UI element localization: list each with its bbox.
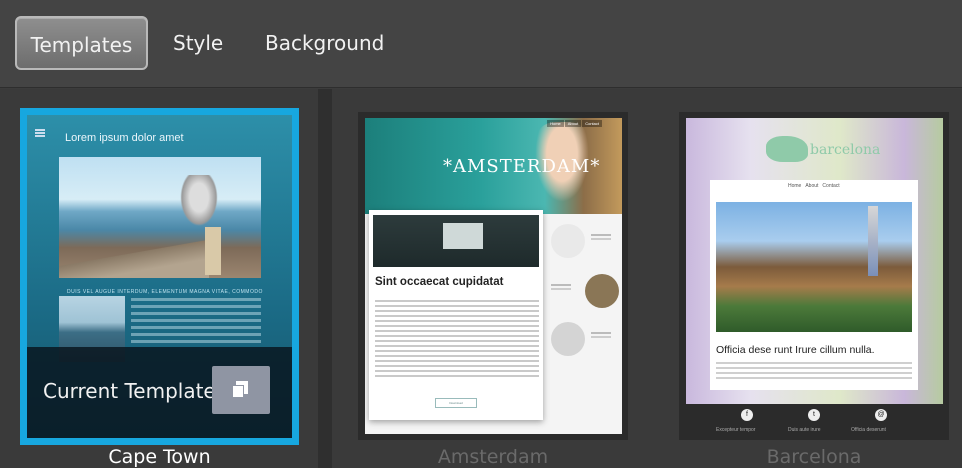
preview-hero-image: Home About Contact *AMSTERDAM* [365,118,622,214]
preview-park-guell-image [716,202,912,332]
preview-side-item [551,274,619,310]
tab-background[interactable]: Background [245,16,404,70]
template-name-barcelona[interactable]: Barcelona [679,446,949,468]
template-name-amsterdam[interactable]: Amsterdam [358,446,628,468]
preview-logo: *AMSTERDAM* [443,156,601,177]
template-preview-cape-town[interactable]: Lorem ipsum dolor amet DUIS VEL AUGUE IN… [27,115,292,438]
preview-footer: f t @ Excepteur tempor Duis aute irure O… [686,404,943,440]
preview-text-lines [375,300,539,380]
template-preview-barcelona[interactable]: barcelona Home About Contact Officia dese … [686,118,943,404]
preview-heading: Sint occaecat cupidatat [375,276,504,288]
facebook-icon: f [741,409,753,421]
preview-article-card: Sint occaecat cupidatat Download [369,210,543,420]
preview-side-item [551,224,613,260]
preview-page: Home About Contact Officia dese runt Irure… [710,180,918,390]
preview-nav: Home About Contact [788,183,840,189]
current-template-label: Current Template [43,379,216,403]
copy-template-button[interactable] [212,366,270,414]
preview-button: Download [435,398,477,408]
hamburger-icon [35,129,45,137]
pelican-image [177,175,221,231]
preview-nav: Home About Contact [546,120,602,127]
twitter-icon: t [808,409,820,421]
preview-heading: Officia dese runt Irure cillum nulla. [716,344,875,356]
preview-hero-image [59,157,261,278]
preview-logo: barcelona [766,132,886,168]
tab-style[interactable]: Style [153,16,243,70]
preview-desk-image [373,215,539,267]
preview-title: Lorem ipsum dolor amet [65,132,184,144]
gallery-divider [318,89,332,468]
preview-text-lines [716,362,912,382]
toolbar: Templates Style Background [0,0,962,88]
tab-templates[interactable]: Templates [15,16,148,70]
email-icon: @ [875,409,887,421]
preview-caption: DUIS VEL AUGUE INTERDUM, ELEMENTUM MAGNA… [67,289,263,295]
preview-side-item [551,322,613,358]
bull-icon [766,136,808,162]
template-preview-amsterdam[interactable]: Home About Contact *AMSTERDAM* Sint occaec… [365,118,622,434]
preview-text-lines [131,298,261,347]
template-name-cape-town[interactable]: Cape Town [20,446,299,468]
